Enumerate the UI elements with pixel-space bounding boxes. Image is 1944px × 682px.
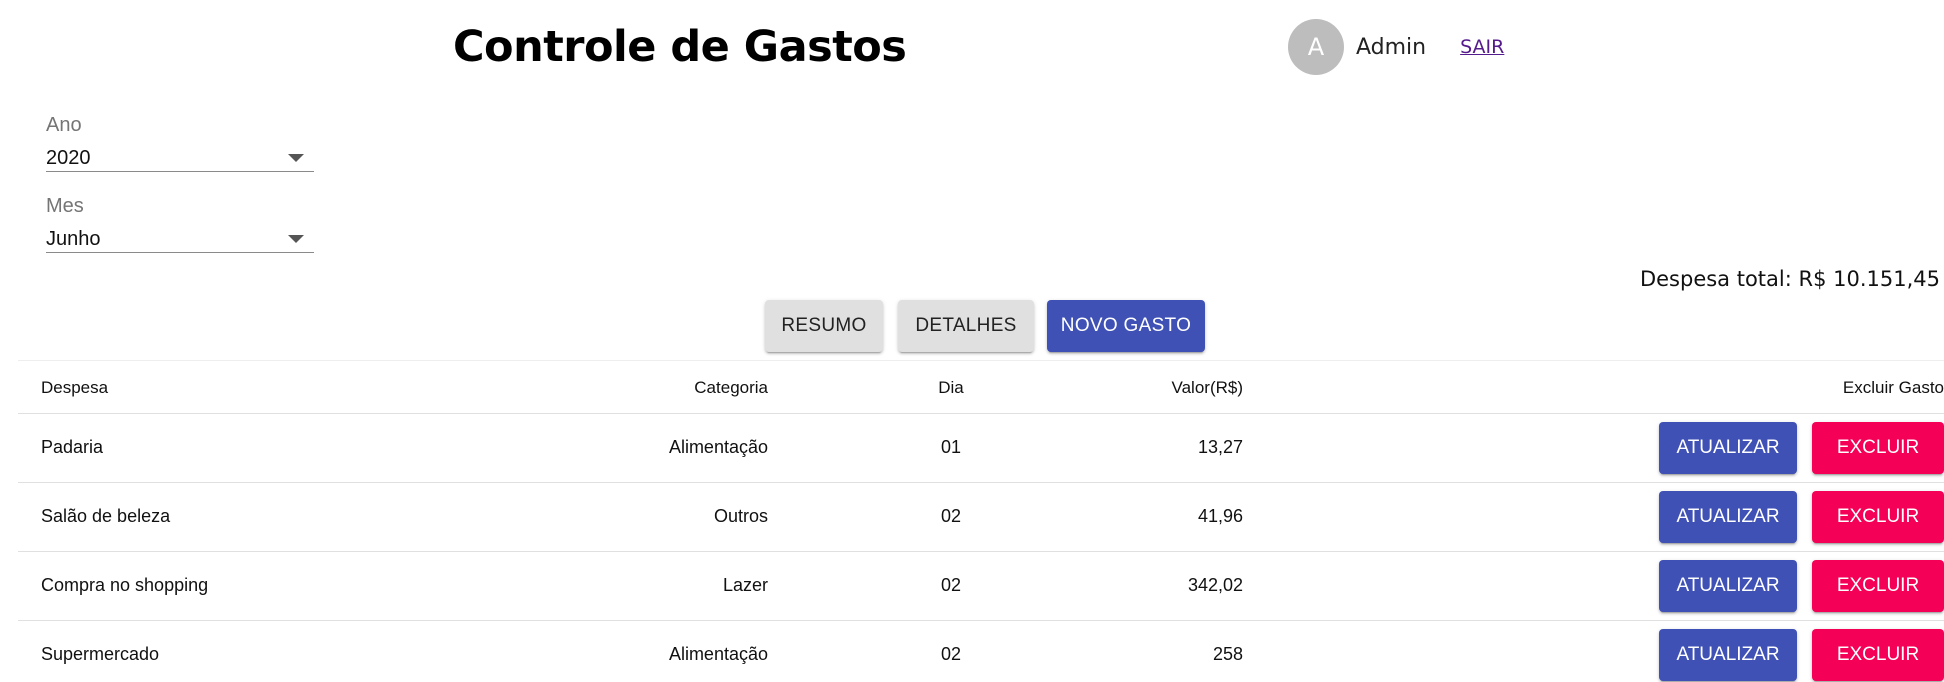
table-header: Despesa Categoria Dia Valor(R$) Excluir … xyxy=(18,361,1944,414)
cell-dia: 01 xyxy=(940,437,962,457)
cell-valor: 13,27 xyxy=(1197,437,1243,457)
update-button[interactable]: ATUALIZAR xyxy=(1659,629,1797,681)
year-select-value: 2020 xyxy=(46,147,91,169)
delete-button[interactable]: EXCLUIR xyxy=(1812,560,1944,612)
logout-link[interactable]: SAIR xyxy=(1460,36,1504,58)
column-header-categoria: Categoria xyxy=(694,378,768,397)
year-select-label: Ano xyxy=(46,114,82,136)
month-select[interactable]: Mes Junho xyxy=(46,195,314,253)
delete-button[interactable]: EXCLUIR xyxy=(1812,491,1944,543)
cell-categoria: Alimentação xyxy=(668,644,768,664)
update-button[interactable]: ATUALIZAR xyxy=(1659,560,1797,612)
update-button[interactable]: ATUALIZAR xyxy=(1659,491,1797,543)
user-avatar[interactable]: A xyxy=(1288,19,1344,75)
cell-despesa: Compra no shopping xyxy=(41,575,209,595)
table-row: Salão de beleza Outros 02 41,96 ATUALIZA… xyxy=(18,483,1944,552)
cell-categoria: Alimentação xyxy=(668,437,768,457)
column-header-despesa: Despesa xyxy=(41,378,109,397)
table-row: Supermercado Alimentação 02 258 ATUALIZA… xyxy=(18,621,1944,682)
total-expense: Despesa total: R$ 10.151,45 xyxy=(1639,267,1940,291)
detalhes-button[interactable]: DETALHES xyxy=(898,300,1034,352)
cell-despesa: Salão de beleza xyxy=(41,506,171,526)
cell-despesa: Padaria xyxy=(41,437,104,457)
chevron-down-icon xyxy=(288,154,304,162)
expenses-table: Despesa Categoria Dia Valor(R$) Excluir … xyxy=(18,360,1944,682)
user-name: Admin xyxy=(1356,34,1427,60)
table-row: Compra no shopping Lazer 02 342,02 ATUAL… xyxy=(18,552,1944,621)
cell-despesa: Supermercado xyxy=(41,644,160,664)
month-select-value: Junho xyxy=(46,228,101,250)
cell-dia: 02 xyxy=(940,644,962,664)
cell-categoria: Lazer xyxy=(722,575,768,595)
update-button[interactable]: ATUALIZAR xyxy=(1659,422,1797,474)
year-select[interactable]: Ano 2020 xyxy=(46,114,314,172)
delete-button[interactable]: EXCLUIR xyxy=(1812,629,1944,681)
cell-valor: 342,02 xyxy=(1187,575,1243,595)
cell-dia: 02 xyxy=(940,575,962,595)
column-header-excluir: Excluir Gasto xyxy=(1842,378,1944,397)
chevron-down-icon xyxy=(288,235,304,243)
cell-categoria: Outros xyxy=(713,506,768,526)
column-header-dia: Dia xyxy=(938,378,964,397)
cell-valor: 258 xyxy=(1212,644,1243,664)
user-area: A Admin SAIR xyxy=(1288,19,1504,75)
table-row: Padaria Alimentação 01 13,27 ATUALIZAR E… xyxy=(18,414,1944,483)
cell-dia: 02 xyxy=(940,506,962,526)
page-title: Controle de Gastos xyxy=(453,22,907,72)
delete-button[interactable]: EXCLUIR xyxy=(1812,422,1944,474)
cell-valor: 41,96 xyxy=(1197,506,1243,526)
month-select-label: Mes xyxy=(46,195,84,217)
novo-gasto-button[interactable]: NOVO GASTO xyxy=(1047,300,1205,352)
column-header-valor: Valor(R$) xyxy=(1171,378,1243,397)
resumo-button[interactable]: RESUMO xyxy=(765,300,883,352)
